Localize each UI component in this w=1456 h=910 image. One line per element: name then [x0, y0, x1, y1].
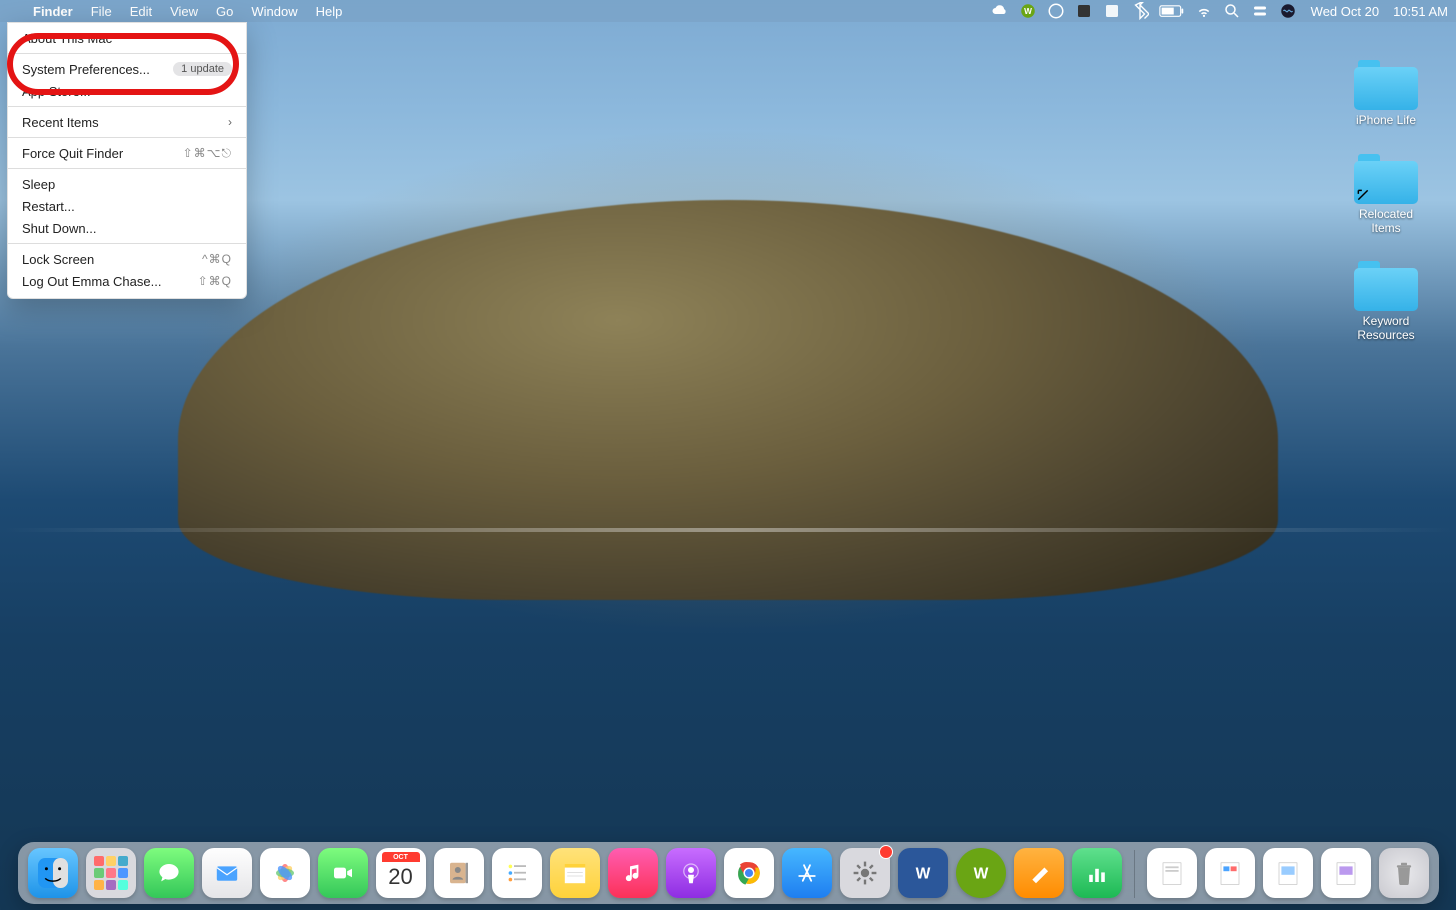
dock-app-pages[interactable]: [1014, 848, 1064, 898]
menubar-app-icon-1[interactable]: [1075, 2, 1093, 20]
dock-app-podcasts[interactable]: [666, 848, 716, 898]
menubar-item-edit[interactable]: Edit: [121, 0, 161, 22]
dock-app-numbers[interactable]: [1072, 848, 1122, 898]
dock-app-word[interactable]: W: [898, 848, 948, 898]
dock-app-system-preferences[interactable]: [840, 848, 890, 898]
menubar-app-icon-2[interactable]: [1103, 2, 1121, 20]
dock-app-facetime[interactable]: [318, 848, 368, 898]
battery-icon[interactable]: [1159, 2, 1185, 20]
menu-lock-screen[interactable]: Lock Screen ^⌘Q: [8, 248, 246, 270]
desktop-icons-area: iPhone Life Relocated Items Keyword Reso…: [1344, 60, 1428, 343]
menu-recent-items[interactable]: Recent Items ›: [8, 111, 246, 133]
menubar-time[interactable]: 10:51 AM: [1389, 4, 1448, 19]
folder-icon: [1354, 261, 1418, 311]
dock-app-appstore[interactable]: [782, 848, 832, 898]
menu-shut-down[interactable]: Shut Down...: [8, 217, 246, 239]
dock-stack-documents-2[interactable]: [1205, 848, 1255, 898]
spotlight-icon[interactable]: [1223, 2, 1241, 20]
menubar-item-help[interactable]: Help: [307, 0, 352, 22]
svg-text:W: W: [1024, 7, 1032, 16]
wallpaper-foam: [0, 528, 1456, 532]
apple-menu-icon[interactable]: [14, 0, 24, 22]
dock-app-notes[interactable]: [550, 848, 600, 898]
shortcut-label: ^⌘Q: [202, 252, 232, 266]
menu-about-this-mac[interactable]: About This Mac: [8, 27, 246, 49]
svg-text:W: W: [915, 865, 930, 882]
menubar-item-window[interactable]: Window: [242, 0, 306, 22]
dock-stack-documents-3[interactable]: [1263, 848, 1313, 898]
control-center-icon[interactable]: [1251, 2, 1269, 20]
menu-separator: [8, 106, 246, 107]
desktop-folder-relocated-items[interactable]: Relocated Items: [1344, 154, 1428, 236]
desktop-folder-keyword-resources[interactable]: Keyword Resources: [1344, 261, 1428, 343]
menubar-item-file[interactable]: File: [82, 0, 121, 22]
menu-separator: [8, 53, 246, 54]
chevron-right-icon: ›: [228, 115, 232, 129]
dock-app-photos[interactable]: [260, 848, 310, 898]
menu-log-out[interactable]: Log Out Emma Chase... ⇧⌘Q: [8, 270, 246, 292]
menu-bar: Finder File Edit View Go Window Help W W…: [0, 0, 1456, 22]
menu-force-quit[interactable]: Force Quit Finder ⇧⌘⌥⎋: [8, 142, 246, 164]
dock-app-music[interactable]: [608, 848, 658, 898]
dock-stack-documents-1[interactable]: [1147, 848, 1197, 898]
calendar-day-label: 20: [376, 864, 426, 890]
menu-system-preferences[interactable]: System Preferences... 1 update: [8, 58, 246, 80]
menu-separator: [8, 243, 246, 244]
wallpaper-island: [178, 200, 1278, 600]
dock-trash[interactable]: [1379, 848, 1429, 898]
shortcut-label: ⇧⌘Q: [198, 274, 232, 288]
calendar-month-label: OCT: [382, 852, 420, 862]
menubar-date[interactable]: Wed Oct 20: [1307, 4, 1379, 19]
folder-label: Relocated Items: [1344, 208, 1428, 236]
dock-app-reminders[interactable]: [492, 848, 542, 898]
wifi-icon[interactable]: [1195, 2, 1213, 20]
menubar-item-go[interactable]: Go: [207, 0, 242, 22]
bluetooth-icon[interactable]: [1131, 2, 1149, 20]
desktop-folder-iphone-life[interactable]: iPhone Life: [1344, 60, 1428, 128]
svg-text:W: W: [973, 865, 988, 882]
menu-app-store[interactable]: App Store...: [8, 80, 246, 102]
shortcut-label: ⇧⌘⌥⎋: [183, 146, 232, 161]
dock-separator: [1134, 850, 1135, 898]
dock-app-finder[interactable]: [28, 848, 78, 898]
dock-stack-documents-4[interactable]: [1321, 848, 1371, 898]
dock-app-contacts[interactable]: [434, 848, 484, 898]
update-badge: 1 update: [173, 62, 232, 76]
webroot-menubar-icon[interactable]: W: [1019, 2, 1037, 20]
menu-system-preferences-label: System Preferences...: [22, 62, 150, 77]
dock-app-mail[interactable]: [202, 848, 252, 898]
menu-separator: [8, 137, 246, 138]
desktop[interactable]: Finder File Edit View Go Window Help W W…: [0, 0, 1456, 910]
notification-badge: [879, 845, 893, 859]
apple-menu-dropdown: About This Mac System Preferences... 1 u…: [7, 22, 247, 299]
dock-app-calendar[interactable]: OCT 20: [376, 848, 426, 898]
cloud-sync-icon[interactable]: [991, 2, 1009, 20]
dock-app-messages[interactable]: [144, 848, 194, 898]
menubar-item-view[interactable]: View: [161, 0, 207, 22]
folder-label: iPhone Life: [1356, 114, 1416, 128]
dock-app-launchpad[interactable]: [86, 848, 136, 898]
siri-icon[interactable]: [1279, 2, 1297, 20]
dock-app-webroot[interactable]: W: [956, 848, 1006, 898]
folder-label: Keyword Resources: [1344, 315, 1428, 343]
dock-app-chrome[interactable]: [724, 848, 774, 898]
creative-cloud-icon[interactable]: [1047, 2, 1065, 20]
menubar-app-name[interactable]: Finder: [24, 0, 82, 22]
menu-separator: [8, 168, 246, 169]
menu-restart[interactable]: Restart...: [8, 195, 246, 217]
folder-icon: [1354, 154, 1418, 204]
menu-sleep[interactable]: Sleep: [8, 173, 246, 195]
dock: OCT 20 W W: [18, 842, 1439, 904]
folder-icon: [1354, 60, 1418, 110]
